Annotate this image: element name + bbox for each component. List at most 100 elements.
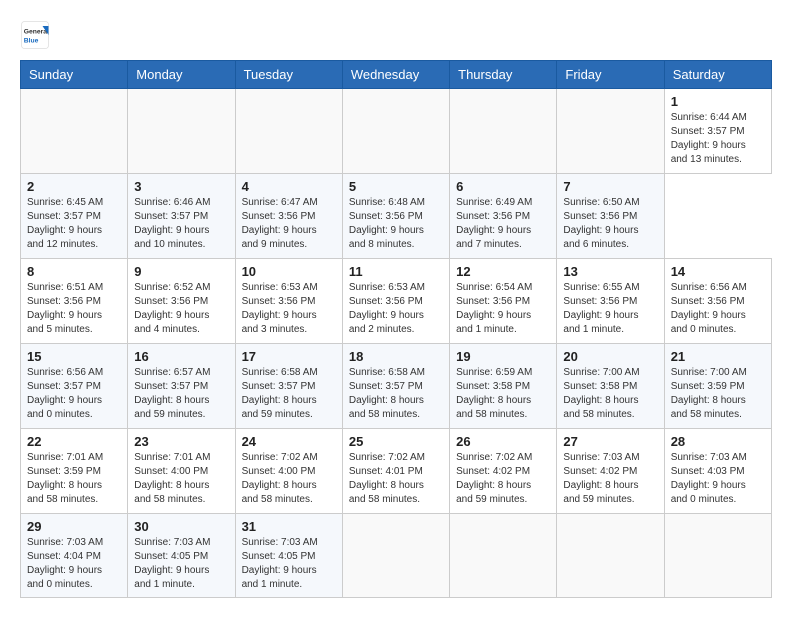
calendar-header-row: SundayMondayTuesdayWednesdayThursdayFrid…	[21, 61, 772, 89]
day-number: 31	[242, 519, 336, 534]
day-number: 15	[27, 349, 121, 364]
day-number: 3	[134, 179, 228, 194]
calendar-day-cell: 9Sunrise: 6:52 AMSunset: 3:56 PMDaylight…	[128, 259, 235, 344]
calendar-day-cell: 27 Sunrise: 7:03 AMSunset: 4:02 PMDayligh…	[557, 429, 664, 514]
day-number: 7	[563, 179, 657, 194]
calendar-table: SundayMondayTuesdayWednesdayThursdayFrid…	[20, 60, 772, 598]
calendar-week-row: 1Sunrise: 6:44 AMSunset: 3:57 PMDaylight…	[21, 89, 772, 174]
calendar-week-row: 29Sunrise: 7:03 AMSunset: 4:04 PMDayligh…	[21, 514, 772, 598]
day-info: Sunrise: 6:53 AMSunset: 3:56 PMDaylight:…	[349, 281, 443, 337]
day-info: Sunrise: 6:46 AMSunset: 3:57 PMDaylight:…	[134, 196, 228, 252]
calendar-day-cell: 3 Sunrise: 6:46 AMSunset: 3:57 PMDaylight…	[128, 174, 235, 259]
day-number: 28	[671, 434, 765, 449]
day-number: 24	[242, 434, 336, 449]
calendar-day-cell: 12 Sunrise: 6:54 AMSunset: 3:56 PMDayligh…	[450, 259, 557, 344]
day-info: Sunrise: 7:01 AMSunset: 4:00 PMDaylight:…	[134, 451, 228, 507]
calendar-day-cell: 23 Sunrise: 7:01 AMSunset: 4:00 PMDayligh…	[128, 429, 235, 514]
day-info: Sunrise: 7:03 AMSunset: 4:04 PMDaylight:…	[27, 536, 121, 592]
calendar-day-cell: 25 Sunrise: 7:02 AMSunset: 4:01 PMDayligh…	[342, 429, 449, 514]
calendar-day-cell: 30 Sunrise: 7:03 AMSunset: 4:05 PMDayligh…	[128, 514, 235, 598]
calendar-day-cell	[557, 514, 664, 598]
day-number: 17	[242, 349, 336, 364]
calendar-week-row: 2Sunrise: 6:45 AMSunset: 3:57 PMDaylight…	[21, 174, 772, 259]
calendar-week-row: 22 Sunrise: 7:01 AMSunset: 3:59 PMDayligh…	[21, 429, 772, 514]
calendar-day-cell: 15 Sunrise: 6:56 AMSunset: 3:57 PMDayligh…	[21, 344, 128, 429]
calendar-day-cell	[21, 89, 128, 174]
day-info: Sunrise: 7:03 AMSunset: 4:05 PMDaylight:…	[134, 536, 228, 592]
day-number: 22	[27, 434, 121, 449]
calendar-day-cell	[557, 89, 664, 174]
calendar-day-cell: 11Sunrise: 6:53 AMSunset: 3:56 PMDayligh…	[342, 259, 449, 344]
calendar-day-cell: 1Sunrise: 6:44 AMSunset: 3:57 PMDaylight…	[664, 89, 771, 174]
calendar-day-cell	[664, 514, 771, 598]
day-number: 23	[134, 434, 228, 449]
calendar-day-cell: 17Sunrise: 6:58 AMSunset: 3:57 PMDayligh…	[235, 344, 342, 429]
calendar-week-row: 15 Sunrise: 6:56 AMSunset: 3:57 PMDayligh…	[21, 344, 772, 429]
day-number: 27	[563, 434, 657, 449]
calendar-day-cell: 7 Sunrise: 6:50 AMSunset: 3:56 PMDaylight…	[557, 174, 664, 259]
day-info: Sunrise: 6:53 AMSunset: 3:56 PMDaylight:…	[242, 281, 336, 337]
day-info: Sunrise: 6:44 AMSunset: 3:57 PMDaylight:…	[671, 111, 765, 167]
day-info: Sunrise: 6:47 AMSunset: 3:56 PMDaylight:…	[242, 196, 336, 252]
day-info: Sunrise: 7:01 AMSunset: 3:59 PMDaylight:…	[27, 451, 121, 507]
calendar-day-cell	[128, 89, 235, 174]
calendar-day-cell: 24 Sunrise: 7:02 AMSunset: 4:00 PMDayligh…	[235, 429, 342, 514]
calendar-day-cell	[450, 89, 557, 174]
calendar-day-cell: 2Sunrise: 6:45 AMSunset: 3:57 PMDaylight…	[21, 174, 128, 259]
calendar-day-cell: 31Sunrise: 7:03 AMSunset: 4:05 PMDayligh…	[235, 514, 342, 598]
day-number: 12	[456, 264, 550, 279]
calendar-day-cell	[342, 89, 449, 174]
day-number: 25	[349, 434, 443, 449]
calendar-day-cell: 10 Sunrise: 6:53 AMSunset: 3:56 PMDayligh…	[235, 259, 342, 344]
calendar-day-cell: 28Sunrise: 7:03 AMSunset: 4:03 PMDayligh…	[664, 429, 771, 514]
calendar-day-cell	[450, 514, 557, 598]
logo: General Blue	[20, 20, 54, 50]
calendar-day-cell: 8Sunrise: 6:51 AMSunset: 3:56 PMDaylight…	[21, 259, 128, 344]
day-number: 18	[349, 349, 443, 364]
day-info: Sunrise: 6:54 AMSunset: 3:56 PMDaylight:…	[456, 281, 550, 337]
day-number: 26	[456, 434, 550, 449]
day-info: Sunrise: 7:00 AMSunset: 3:59 PMDaylight:…	[671, 366, 765, 422]
day-number: 14	[671, 264, 765, 279]
calendar-day-cell: 4Sunrise: 6:47 AMSunset: 3:56 PMDaylight…	[235, 174, 342, 259]
day-info: Sunrise: 7:02 AMSunset: 4:01 PMDaylight:…	[349, 451, 443, 507]
calendar-day-header: Tuesday	[235, 61, 342, 89]
svg-text:Blue: Blue	[24, 38, 39, 45]
calendar-day-header: Thursday	[450, 61, 557, 89]
page-header: General Blue	[20, 20, 772, 50]
day-info: Sunrise: 6:58 AMSunset: 3:57 PMDaylight:…	[349, 366, 443, 422]
calendar-day-cell	[235, 89, 342, 174]
day-info: Sunrise: 6:59 AMSunset: 3:58 PMDaylight:…	[456, 366, 550, 422]
day-info: Sunrise: 7:02 AMSunset: 4:02 PMDaylight:…	[456, 451, 550, 507]
calendar-day-cell	[342, 514, 449, 598]
calendar-week-row: 8Sunrise: 6:51 AMSunset: 3:56 PMDaylight…	[21, 259, 772, 344]
calendar-day-cell: 6Sunrise: 6:49 AMSunset: 3:56 PMDaylight…	[450, 174, 557, 259]
calendar-day-cell: 5Sunrise: 6:48 AMSunset: 3:56 PMDaylight…	[342, 174, 449, 259]
calendar-day-header: Monday	[128, 61, 235, 89]
calendar-day-cell: 13 Sunrise: 6:55 AMSunset: 3:56 PMDayligh…	[557, 259, 664, 344]
calendar-day-cell: 18 Sunrise: 6:58 AMSunset: 3:57 PMDayligh…	[342, 344, 449, 429]
calendar-day-cell: 16Sunrise: 6:57 AMSunset: 3:57 PMDayligh…	[128, 344, 235, 429]
calendar-day-header: Sunday	[21, 61, 128, 89]
day-number: 5	[349, 179, 443, 194]
calendar-day-cell: 29Sunrise: 7:03 AMSunset: 4:04 PMDayligh…	[21, 514, 128, 598]
day-number: 10	[242, 264, 336, 279]
day-info: Sunrise: 6:56 AMSunset: 3:57 PMDaylight:…	[27, 366, 121, 422]
day-number: 19	[456, 349, 550, 364]
calendar-day-header: Friday	[557, 61, 664, 89]
calendar-day-cell: 14Sunrise: 6:56 AMSunset: 3:56 PMDayligh…	[664, 259, 771, 344]
calendar-day-header: Saturday	[664, 61, 771, 89]
day-number: 30	[134, 519, 228, 534]
day-number: 21	[671, 349, 765, 364]
day-number: 13	[563, 264, 657, 279]
day-number: 20	[563, 349, 657, 364]
day-info: Sunrise: 7:02 AMSunset: 4:00 PMDaylight:…	[242, 451, 336, 507]
day-info: Sunrise: 6:55 AMSunset: 3:56 PMDaylight:…	[563, 281, 657, 337]
day-info: Sunrise: 6:51 AMSunset: 3:56 PMDaylight:…	[27, 281, 121, 337]
day-number: 16	[134, 349, 228, 364]
calendar-day-cell: 22 Sunrise: 7:01 AMSunset: 3:59 PMDayligh…	[21, 429, 128, 514]
day-info: Sunrise: 6:52 AMSunset: 3:56 PMDaylight:…	[134, 281, 228, 337]
day-info: Sunrise: 7:03 AMSunset: 4:02 PMDaylight:…	[563, 451, 657, 507]
calendar-day-cell: 20Sunrise: 7:00 AMSunset: 3:58 PMDayligh…	[557, 344, 664, 429]
day-info: Sunrise: 6:50 AMSunset: 3:56 PMDaylight:…	[563, 196, 657, 252]
